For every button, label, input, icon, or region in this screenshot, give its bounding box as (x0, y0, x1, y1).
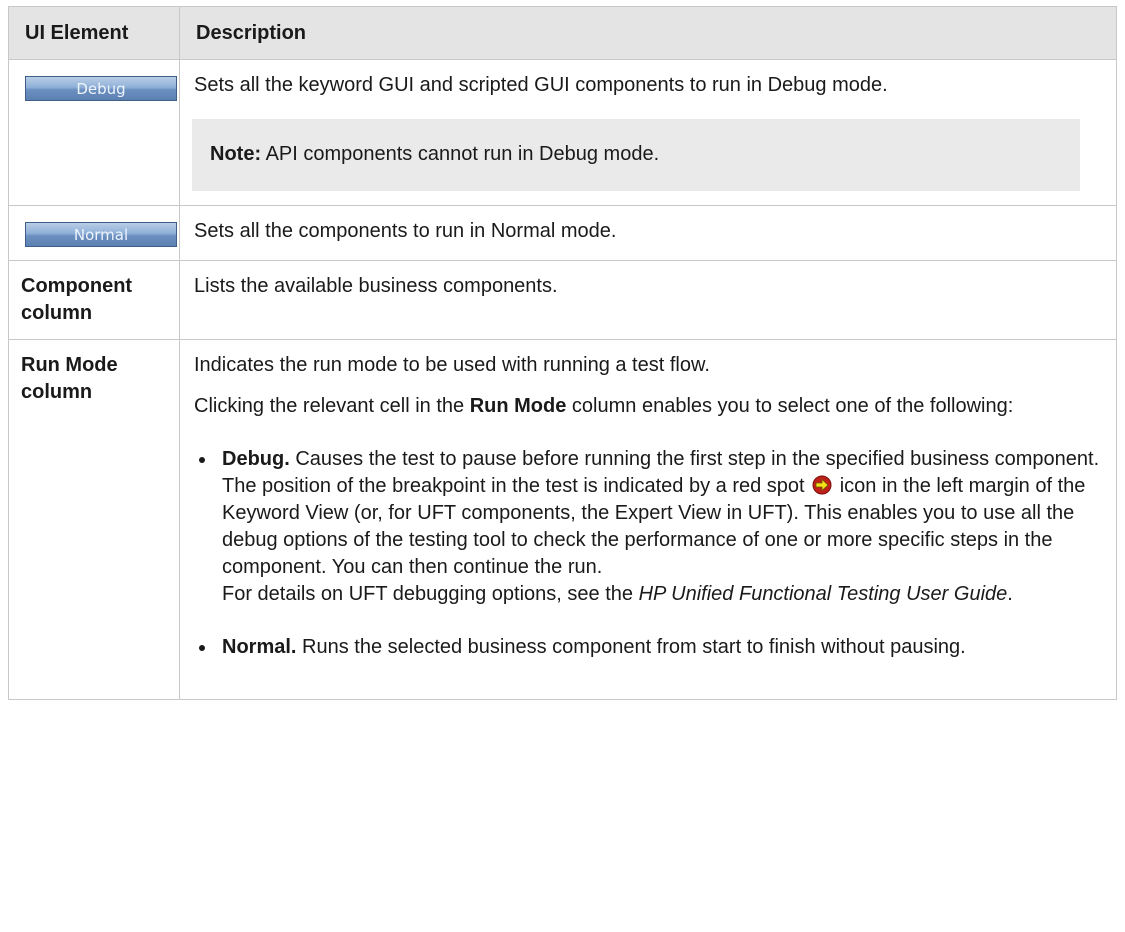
debug-button-cell: Debug (8, 59, 180, 206)
run-mode-options-list: Debug. Causes the test to pause before r… (194, 446, 1100, 661)
debug-term: Debug. (222, 448, 290, 470)
details-suffix: . (1007, 583, 1013, 605)
normal-description-cell: Sets all the components to run in Normal… (179, 205, 1117, 261)
debug-description-cell: Sets all the keyword GUI and scripted GU… (179, 59, 1117, 206)
component-column-description: Lists the available business components. (179, 260, 1117, 340)
list-item-debug: Debug. Causes the test to pause before r… (194, 446, 1100, 608)
click-prefix: Clicking the relevant cell in the (194, 395, 470, 417)
list-item-normal: Normal. Runs the selected business compo… (194, 634, 1100, 661)
header-description: Description (179, 6, 1117, 60)
table-row-debug: Debug Sets all the keyword GUI and scrip… (8, 59, 1117, 206)
run-mode-click-paragraph: Clicking the relevant cell in the Run Mo… (194, 393, 1100, 420)
debug-button-image: Debug (25, 76, 177, 101)
table-header-row: UI Element Description (8, 6, 1117, 60)
note-text: API components cannot run in Debug mode. (261, 143, 660, 165)
breakpoint-icon (812, 475, 832, 495)
table-row-run-mode-column: Run Mode column Indicates the run mode t… (8, 339, 1117, 700)
run-mode-bold-ref: Run Mode (469, 395, 567, 417)
normal-description: Sets all the components to run in Normal… (194, 220, 617, 242)
table-row-normal: Normal Sets all the components to run in… (8, 205, 1117, 261)
table-row-component-column: Component column Lists the available bus… (8, 260, 1117, 340)
component-column-element: Component column (8, 260, 180, 340)
run-mode-description-cell: Indicates the run mode to be used with r… (179, 339, 1117, 700)
guide-title: HP Unified Functional Testing User Guide (638, 583, 1008, 605)
click-suffix: column enables you to select one of the … (566, 395, 1014, 417)
debug-description: Sets all the keyword GUI and scripted GU… (194, 74, 888, 96)
note-box: Note: API components cannot run in Debug… (192, 119, 1080, 191)
ui-elements-table: UI Element Description Debug Sets all th… (8, 6, 1117, 700)
normal-button-image: Normal (25, 222, 177, 247)
normal-term: Normal. (222, 636, 297, 658)
details-prefix: For details on UFT debugging options, se… (222, 583, 639, 605)
normal-item-text: Runs the selected business component fro… (296, 636, 966, 658)
normal-button-cell: Normal (8, 205, 180, 261)
run-mode-description: Indicates the run mode to be used with r… (194, 354, 710, 376)
run-mode-column-element: Run Mode column (8, 339, 180, 700)
header-ui-element: UI Element (8, 6, 180, 60)
note-label: Note: (210, 143, 262, 165)
